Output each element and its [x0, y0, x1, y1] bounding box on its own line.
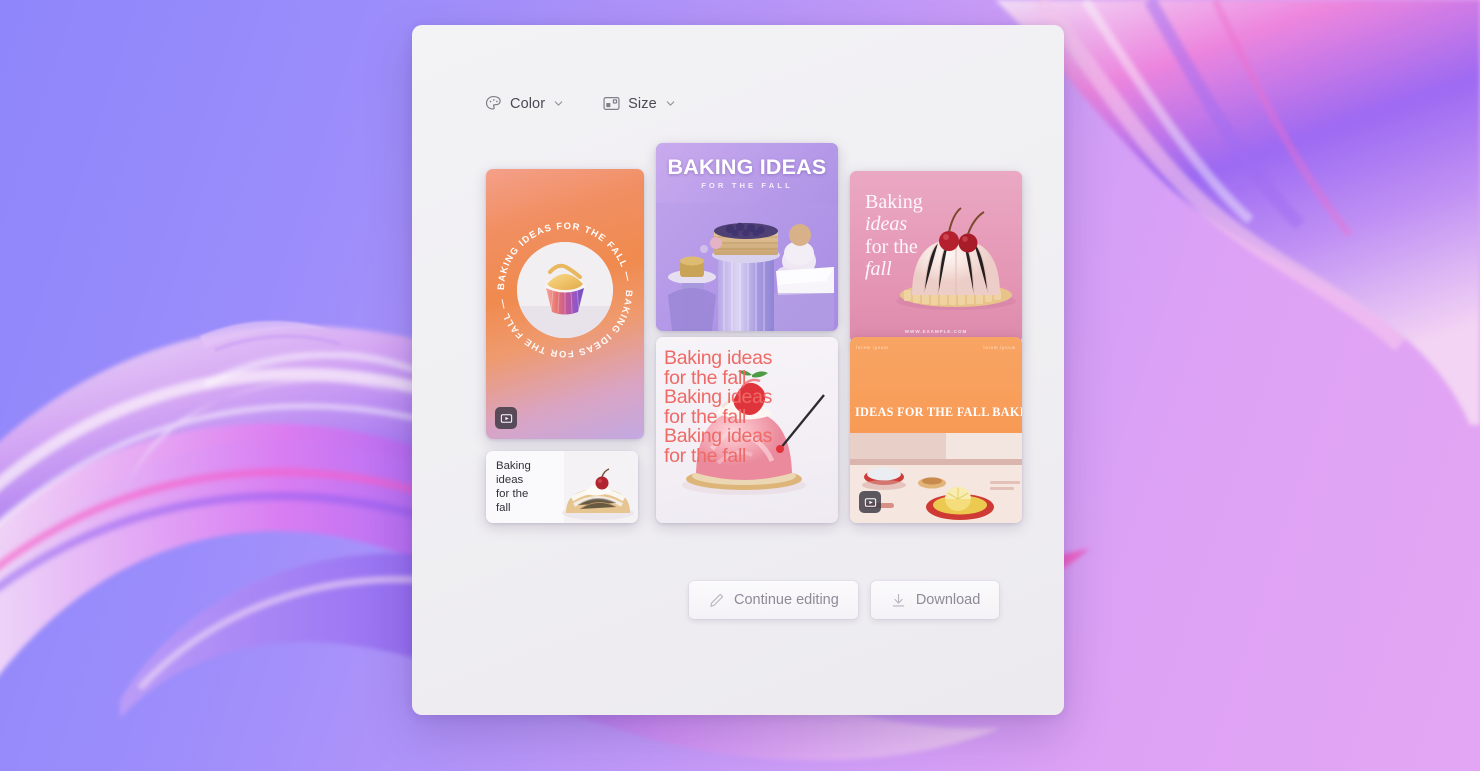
result-card-orange-marquee[interactable]: lorem ipsum lorem ipsum IDEAS FOR THE FA… — [850, 337, 1022, 523]
download-label: Download — [915, 592, 981, 608]
result-card-purple-hero[interactable]: BAKING IDEAS FOR THE FALL — [656, 143, 838, 331]
video-badge[interactable] — [859, 491, 881, 513]
purple-card-title: BAKING IDEAS — [667, 155, 827, 179]
size-label: Size — [628, 95, 657, 112]
toolbar: Color Size — [480, 89, 680, 118]
video-badge[interactable] — [495, 407, 517, 429]
red-line-6: for the fall — [664, 444, 747, 467]
white-card-heading: Baking ideas for the fall — [496, 460, 566, 516]
continue-editing-button[interactable]: Continue editing — [689, 581, 858, 619]
results-grid: BAKING IDEAS FOR THE FALL — BAKING IDEAS… — [476, 125, 1022, 537]
footer-actions: Continue editing Download — [689, 581, 1000, 619]
marquee-corner-left: lorem ipsum — [856, 345, 889, 350]
palette-icon — [485, 95, 501, 110]
ring-text-content: BAKING IDEAS FOR THE FALL — — [495, 220, 633, 290]
pink-card-url: WWW.EXAMPLE.COM — [904, 329, 968, 334]
download-arrow-icon — [892, 593, 905, 606]
color-dropdown-button[interactable]: Color — [480, 89, 568, 118]
svg-text:BAKING IDEAS FOR THE FALL —: BAKING IDEAS FOR THE FALL — — [495, 290, 635, 360]
svg-text:BAKING IDEAS FOR THE FALL —: BAKING IDEAS FOR THE FALL — — [495, 220, 635, 290]
video-play-icon — [500, 413, 512, 423]
white-line-4: fall — [496, 501, 511, 514]
result-card-red-repeat[interactable]: Baking ideas for the fall Baking ideas f… — [656, 337, 838, 523]
continue-editing-label: Continue editing — [734, 592, 839, 608]
download-button[interactable]: Download — [870, 581, 1000, 619]
red-line-3: Baking ideas — [664, 386, 773, 408]
pink-card-heading: Baking ideas for the fall — [865, 191, 949, 281]
red-repeat-text: Baking ideas for the fall Baking ideas f… — [664, 347, 836, 467]
video-play-icon — [864, 497, 876, 507]
size-dropdown-button[interactable]: Size — [598, 89, 680, 118]
result-card-orange-circular[interactable]: BAKING IDEAS FOR THE FALL — BAKING IDEAS… — [486, 169, 644, 439]
pencil-icon — [710, 593, 724, 607]
marquee-corner-right: lorem ipsum — [983, 345, 1016, 350]
marquee-text: IDEAS FOR THE FALL BAKING — [855, 405, 1022, 419]
pink-line-3: for the — [865, 235, 918, 258]
result-card-pink-dome[interactable]: Baking ideas for the fall WWW.EXAMPLE.CO… — [850, 171, 1022, 343]
chevron-down-icon — [554, 101, 563, 106]
chevron-down-icon — [666, 101, 675, 106]
white-line-2: ideas — [496, 473, 524, 486]
pink-line-1: Baking — [865, 191, 923, 213]
screen: Color Size BAKING IDEAS FOR THE FALL — B… — [0, 0, 1480, 771]
color-label: Color — [510, 95, 546, 112]
white-line-1: Baking — [496, 460, 531, 472]
resize-frame-icon — [603, 97, 620, 110]
white-line-3: for the — [496, 487, 529, 500]
red-line-5: Baking ideas — [664, 425, 773, 447]
editor-panel: Color Size BAKING IDEAS FOR THE FALL — B… — [412, 25, 1064, 715]
pink-line-4: fall — [865, 258, 892, 281]
circular-ring-text: BAKING IDEAS FOR THE FALL — BAKING IDEAS… — [495, 220, 635, 360]
purple-card-subtitle: FOR THE FALL — [701, 181, 793, 190]
red-line-1: Baking ideas — [664, 347, 773, 369]
ring-text-content-repeat: BAKING IDEAS FOR THE FALL — — [495, 290, 633, 360]
pink-line-2: ideas — [865, 213, 908, 236]
result-card-white-landscape[interactable]: Baking ideas for the fall — [486, 451, 638, 523]
